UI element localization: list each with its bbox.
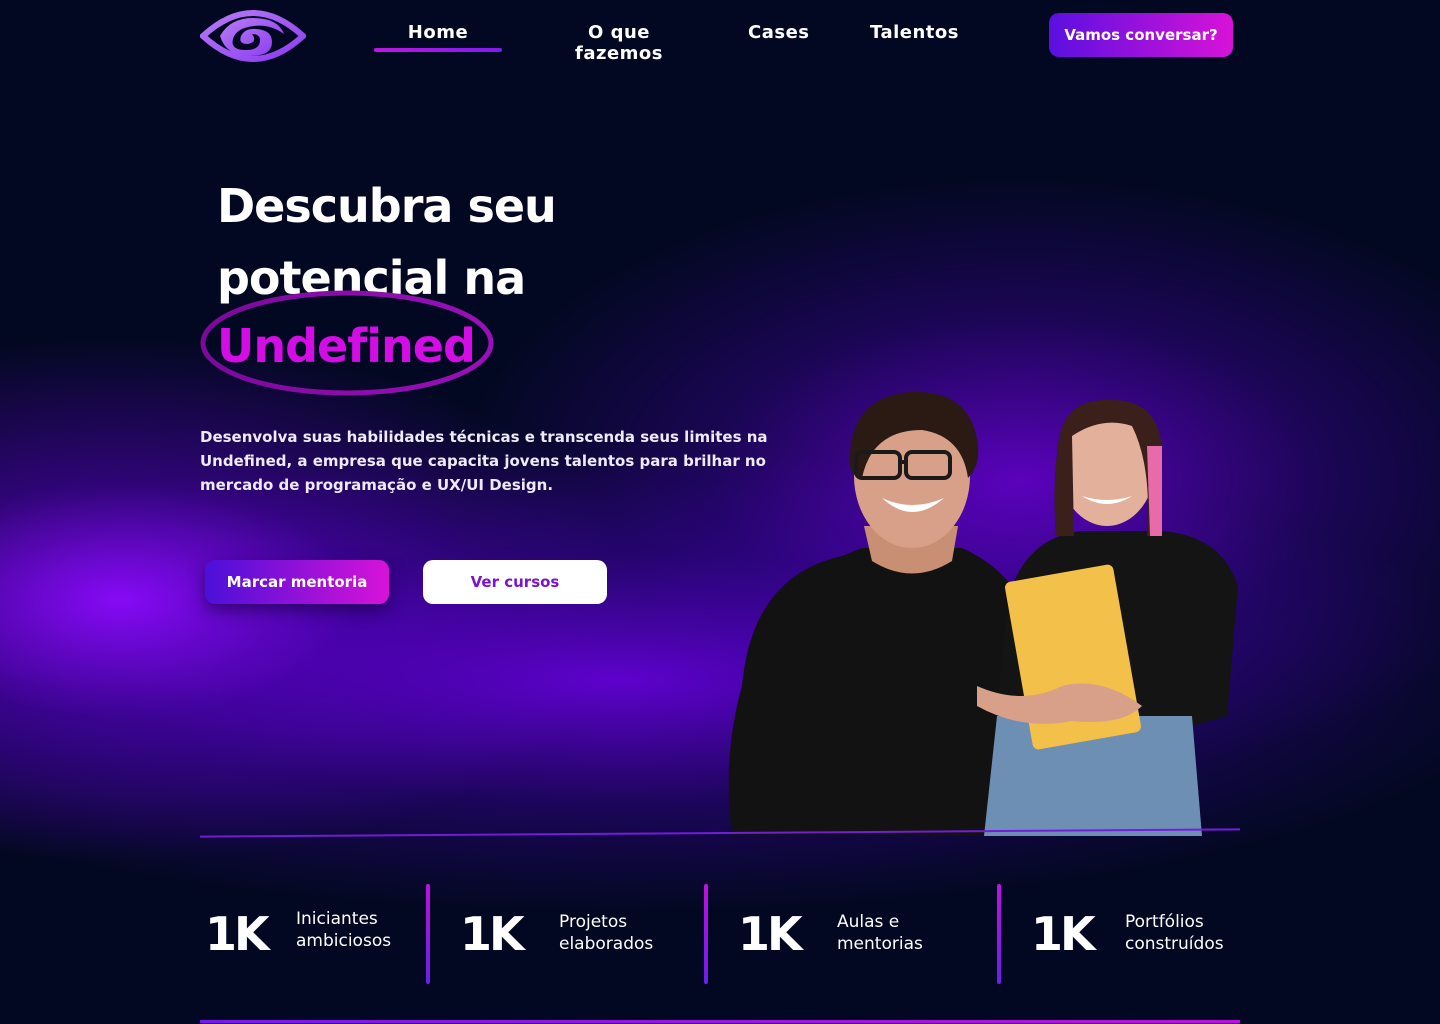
stat-separator [997, 884, 1001, 984]
stat-label-line2: elaborados [559, 934, 654, 954]
stat-label-line2: construídos [1125, 934, 1224, 954]
stat-portfolios: 1K Portfólios construídos [1031, 884, 1241, 984]
hero-title-line1: Descubra seu [217, 179, 557, 233]
stat-projetos: 1K Projetos elaborados [460, 884, 700, 984]
stat-label-line1: Projetos [559, 912, 628, 932]
nav-link-cases[interactable]: Cases [748, 22, 809, 43]
hero-description: Desenvolva suas habilidades técnicas e t… [200, 428, 768, 494]
stat-separator [426, 884, 430, 984]
students-photo [728, 391, 1238, 836]
stats-divider-bottom [200, 1020, 1240, 1023]
stat-label-line2: ambiciosos [296, 931, 392, 951]
stat-label: Aulas e mentorias [837, 911, 977, 955]
stat-label: Projetos elaborados [559, 911, 699, 955]
stat-number: 1K [205, 907, 270, 961]
stat-aulas: 1K Aulas e mentorias [738, 884, 988, 984]
stat-label: Iniciantes ambiciosos [296, 908, 436, 952]
nav-link-home[interactable]: Home [374, 22, 502, 43]
stat-iniciantes: 1K Iniciantes ambiciosos [205, 884, 425, 984]
marcar-mentoria-button[interactable]: Marcar mentoria [205, 560, 389, 604]
stat-label-line1: Iniciantes [296, 909, 378, 929]
stat-label-line1: Portfólios [1125, 912, 1204, 932]
hero-title-accent: Undefined [217, 319, 476, 373]
stat-number: 1K [738, 907, 803, 961]
woman-figure [977, 399, 1238, 836]
nav-link-o-que-fazemos[interactable]: O que fazemos [548, 22, 690, 64]
eye-logo-icon[interactable] [200, 6, 306, 64]
nav-active-indicator [374, 48, 502, 52]
stat-label-line2: mentorias [837, 934, 923, 954]
nav-link-talentos[interactable]: Talentos [870, 22, 958, 43]
stat-label: Portfólios construídos [1125, 911, 1265, 955]
top-navigation: Home O que fazemos Cases Talentos Vamos … [0, 0, 1440, 80]
man-figure [728, 391, 1022, 836]
ver-cursos-button[interactable]: Ver cursos [423, 560, 607, 604]
stat-number: 1K [1031, 907, 1096, 961]
stat-label-line1: Aulas e [837, 912, 900, 932]
contact-cta-button[interactable]: Vamos conversar? [1049, 13, 1233, 57]
stat-number: 1K [460, 907, 525, 961]
stat-separator [704, 884, 708, 984]
